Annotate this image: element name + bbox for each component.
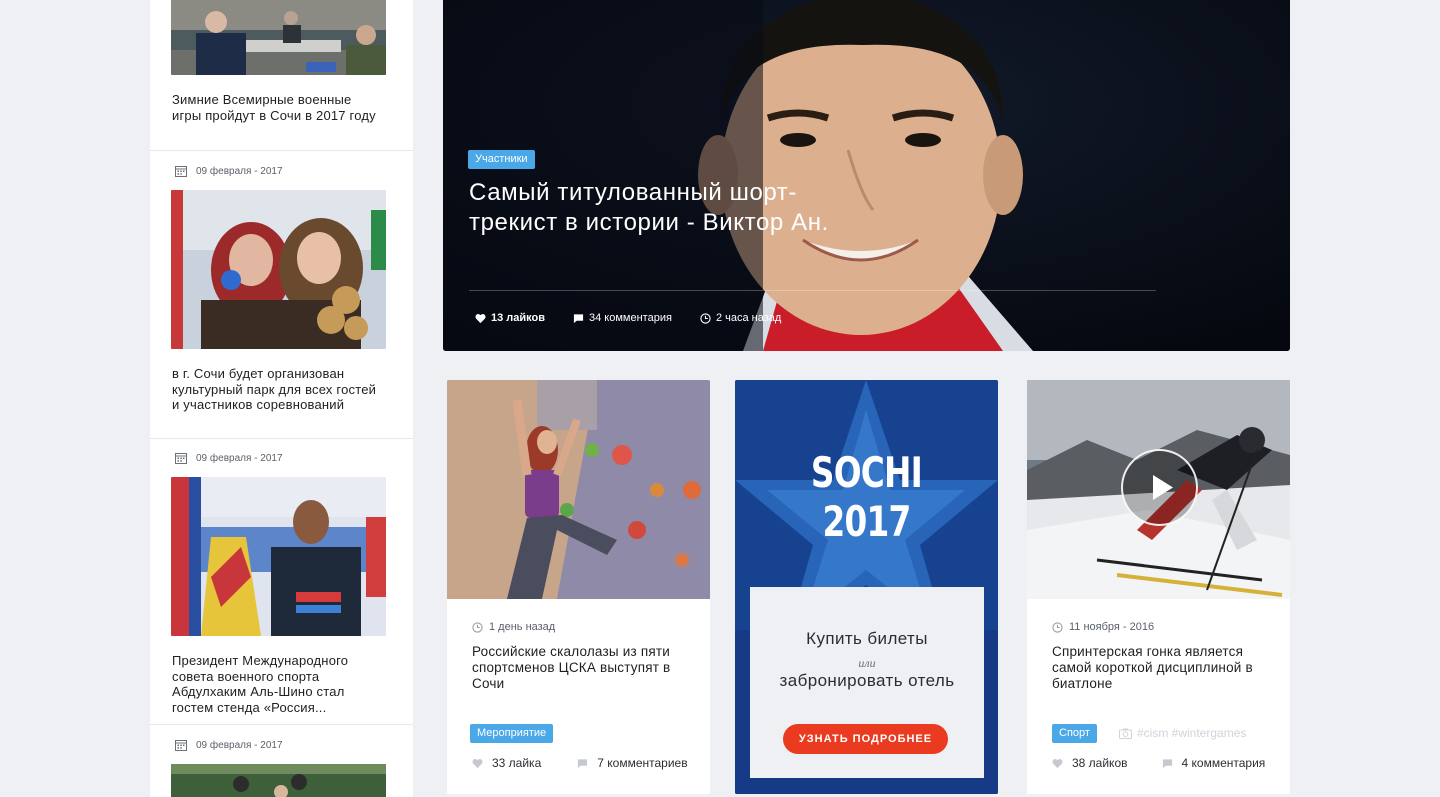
clock-icon xyxy=(1052,621,1063,633)
card-video-thumbnail[interactable] xyxy=(1027,380,1290,599)
hashtags: #cism #wintergames xyxy=(1119,726,1246,740)
likes-text: 38 лайков xyxy=(1072,756,1128,770)
news-date: 09 февраля - 2017 xyxy=(175,165,283,177)
comments-text: 7 комментариев xyxy=(597,756,688,770)
promo-box: Купить билеты или забронировать отель УЗ… xyxy=(750,587,984,778)
play-icon xyxy=(1153,475,1173,500)
card-title[interactable]: Российские скалолазы из пяти спортсменов… xyxy=(472,644,687,692)
sidebar-news-item[interactable]: Зимние Всемирные военные игры пройдут в … xyxy=(150,0,413,151)
promo-text-hotel: забронировать отель xyxy=(779,671,955,690)
card-date-text: 11 ноября - 2016 xyxy=(1069,621,1155,633)
comment-icon xyxy=(573,313,584,323)
news-thumbnail[interactable] xyxy=(171,477,386,636)
card-title[interactable]: Спринтерская гонка является самой коротк… xyxy=(1052,644,1267,692)
news-card[interactable]: 11 ноября - 2016 Спринтерская гонка явля… xyxy=(1027,380,1290,794)
category-tag[interactable]: Мероприятие xyxy=(470,724,554,743)
card-stats: 38 лайков 4 комментария xyxy=(1052,756,1265,770)
comments-counter[interactable]: 4 комментария xyxy=(1162,756,1266,770)
heart-icon xyxy=(475,313,486,323)
learn-more-button[interactable]: УЗНАТЬ ПОДРОБНЕЕ xyxy=(783,724,948,754)
likes-text: 33 лайка xyxy=(492,756,542,770)
category-tag[interactable]: Участники xyxy=(468,150,535,169)
news-title[interactable]: Президент Международного совета военного… xyxy=(172,653,382,715)
likes-counter[interactable]: 33 лайка xyxy=(472,756,541,770)
hero-image xyxy=(443,0,1290,351)
hero-meta: 13 лайков 34 комментария 2 часа назад xyxy=(475,312,809,324)
news-date: 09 февраля - 2017 xyxy=(175,452,283,464)
comment-icon xyxy=(1162,758,1172,768)
divider xyxy=(469,290,1156,291)
clock-icon xyxy=(700,312,711,324)
clock-icon xyxy=(472,621,483,633)
sidebar-news-item[interactable]: 09 февраля - 2017 Президент Международно… xyxy=(150,439,413,725)
calendar-icon xyxy=(175,740,187,751)
comments-text: 34 комментария xyxy=(589,312,672,324)
hero-title[interactable]: Самый титулованный шорт-трекист в истори… xyxy=(469,178,829,237)
news-date-text: 09 февраля - 2017 xyxy=(196,739,283,751)
camera-icon xyxy=(1119,728,1132,739)
card-date: 11 ноября - 2016 xyxy=(1052,621,1154,633)
sidebar-news-item[interactable]: 09 февраля - 2017 в г. Сочи будет органи… xyxy=(150,151,413,439)
likes-text: 13 лайков xyxy=(491,312,546,324)
promo-text-or: или xyxy=(858,656,876,670)
time-text: 2 часа назад xyxy=(715,312,782,324)
comments-counter[interactable]: 34 комментария xyxy=(573,312,672,324)
featured-article[interactable]: Участники Самый титулованный шорт-трекис… xyxy=(443,0,1290,351)
news-sidebar: Зимние Всемирные военные игры пройдут в … xyxy=(150,0,413,797)
comment-icon xyxy=(578,758,588,768)
news-thumbnail[interactable] xyxy=(171,764,386,797)
hashtags-text[interactable]: #cism #wintergames xyxy=(1137,726,1246,740)
card-image[interactable] xyxy=(447,380,710,599)
comments-text: 4 комментария xyxy=(1181,756,1266,770)
ticket-promo-banner[interactable]: SOCHI 2017 Купить билеты или забронирова… xyxy=(735,380,998,794)
play-button[interactable] xyxy=(1121,449,1198,526)
heart-icon xyxy=(1052,758,1063,768)
category-tag[interactable]: Спорт xyxy=(1052,724,1097,743)
news-title[interactable]: в г. Сочи будет организован культурный п… xyxy=(172,366,382,413)
card-stats: 33 лайка 7 комментариев xyxy=(472,756,688,770)
news-date-text: 09 февраля - 2017 xyxy=(196,452,283,464)
news-thumbnail[interactable] xyxy=(171,190,386,349)
news-title[interactable]: Зимние Всемирные военные игры пройдут в … xyxy=(172,92,382,123)
sochi-logo: SOCHI 2017 xyxy=(810,448,923,546)
heart-icon xyxy=(472,758,483,768)
calendar-icon xyxy=(175,453,187,464)
card-date-text: 1 день назад xyxy=(489,621,556,633)
likes-counter[interactable]: 13 лайков xyxy=(475,312,545,324)
news-date: 09 февраля - 2017 xyxy=(175,739,283,751)
news-card[interactable]: 1 день назад Российские скалолазы из пят… xyxy=(447,380,710,794)
promo-text-tickets: Купить билеты xyxy=(806,629,928,648)
time-ago: 2 часа назад xyxy=(700,312,781,324)
card-date: 1 день назад xyxy=(472,621,555,633)
calendar-icon xyxy=(175,166,187,177)
news-date-text: 09 февраля - 2017 xyxy=(196,165,283,177)
news-thumbnail[interactable] xyxy=(171,0,386,75)
comments-counter[interactable]: 7 комментариев xyxy=(577,756,688,770)
likes-counter[interactable]: 38 лайков xyxy=(1052,756,1128,770)
sidebar-news-item[interactable]: 09 февраля - 2017 xyxy=(150,725,413,797)
